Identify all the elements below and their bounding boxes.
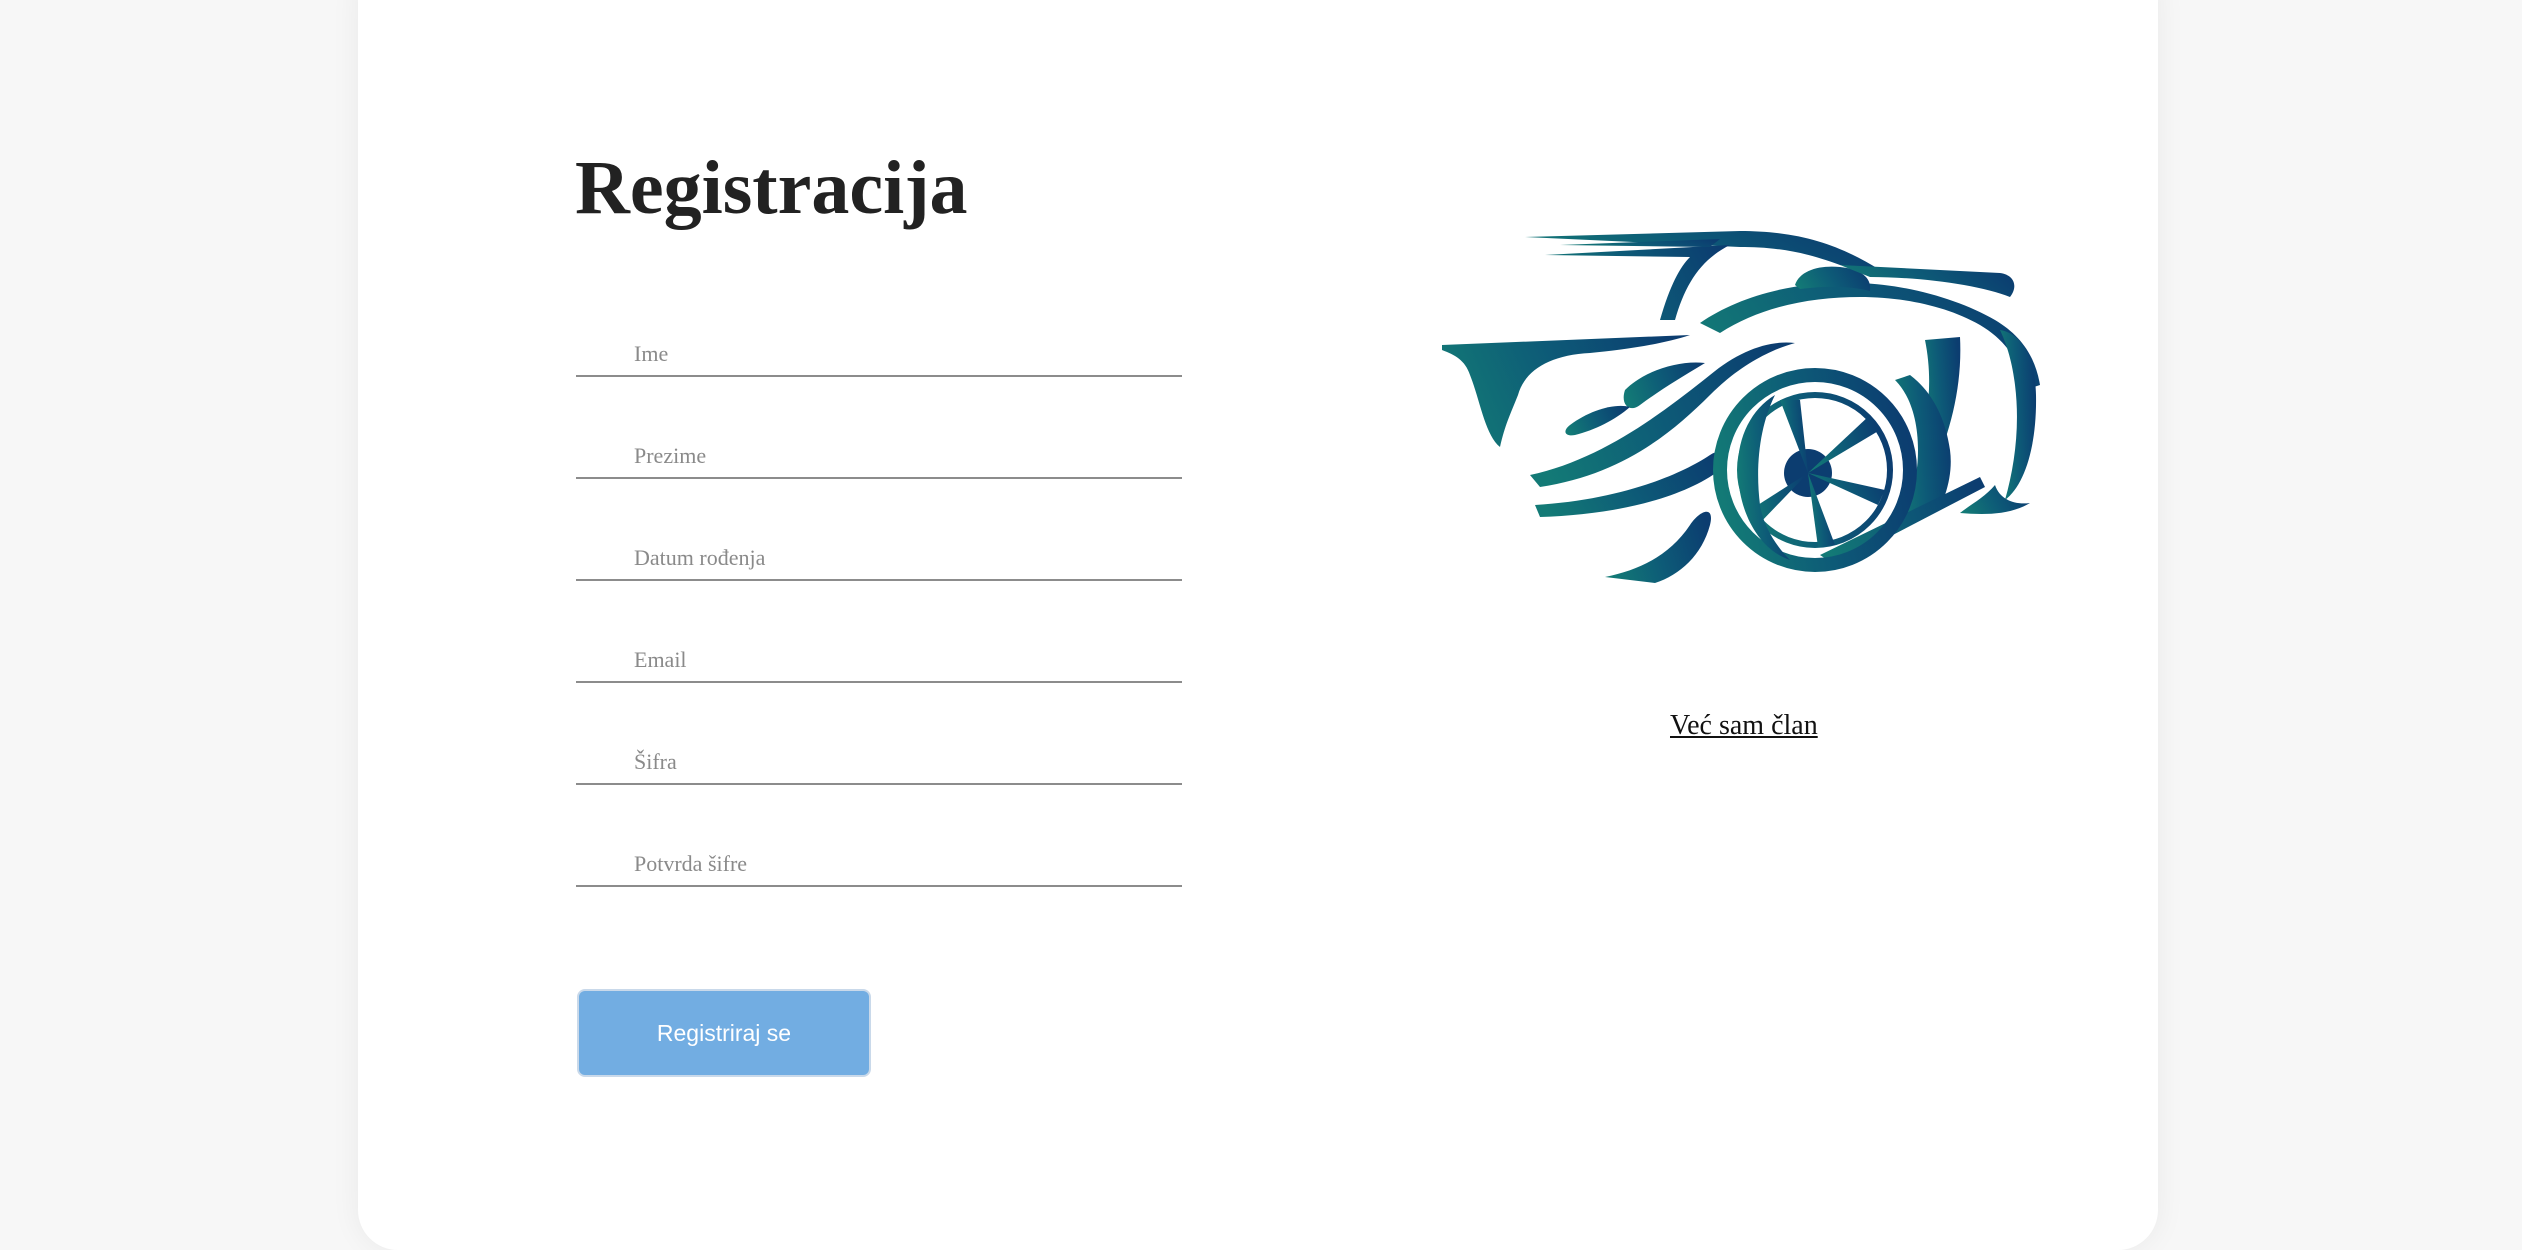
email-field bbox=[576, 623, 1182, 683]
page-title: Registracija bbox=[575, 146, 968, 230]
birth-date-input[interactable] bbox=[634, 545, 1174, 571]
last-name-field bbox=[576, 419, 1182, 479]
password-input[interactable] bbox=[634, 749, 1174, 775]
already-member-link[interactable]: Već sam član bbox=[1670, 710, 1818, 742]
confirm-password-field bbox=[576, 827, 1182, 887]
email-input[interactable] bbox=[634, 647, 1174, 673]
birth-date-field bbox=[576, 521, 1182, 581]
confirm-password-input[interactable] bbox=[634, 851, 1174, 877]
last-name-input[interactable] bbox=[634, 443, 1174, 469]
register-button[interactable]: Registriraj se bbox=[577, 989, 871, 1077]
sports-car-logo-icon bbox=[1442, 231, 2040, 583]
password-field bbox=[576, 725, 1182, 785]
first-name-input[interactable] bbox=[634, 341, 1174, 367]
first-name-field bbox=[576, 317, 1182, 377]
